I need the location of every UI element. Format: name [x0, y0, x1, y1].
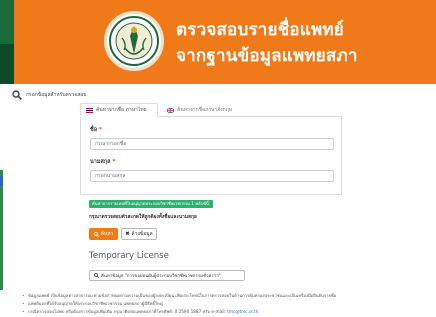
- search-icon: [12, 90, 22, 100]
- left-edge-marker-accent: [0, 176, 3, 186]
- tab-thai-name-label: ค้นหาจากชื่อ ภาษาไทย: [96, 107, 147, 113]
- clear-button[interactable]: ✖ ล้างข้อมูล: [121, 228, 157, 240]
- tab-thai-name[interactable]: ค้นหาจากชื่อ ภาษาไทย: [80, 103, 158, 117]
- left-color-strip-dark: [0, 44, 14, 84]
- tab-english-name[interactable]: ค้นหาจากชื่อภาษาอังกฤษ: [162, 103, 248, 117]
- left-edge-marker: [0, 170, 3, 290]
- search-icon: [93, 231, 99, 237]
- info-item: • ข้อมูลแพทย์ เป็นข้อมูลทางสาธารณะตามข้อก…: [22, 293, 337, 298]
- medical-council-logo: [104, 11, 164, 71]
- search-button-label: ค้นหา: [100, 231, 114, 237]
- license-search-badge[interactable]: ค้นหาจากรายเลขที่ใบอนุญาตประกอบวิชาชีพเว…: [89, 200, 213, 208]
- search-icon: [94, 273, 99, 278]
- temporary-license-title: Temporary License: [89, 251, 169, 261]
- tab-english-name-label: ค้นหาจากชื่อภาษาอังกฤษ: [177, 107, 233, 113]
- bullet-icon: •: [22, 293, 25, 298]
- spelling-note: กรุณาตรวจสอบตัวสะกดให้ถูกต้องทั้งชื่อและ…: [89, 215, 197, 220]
- site-title-line-1: ตรวจสอบรายชื่อแพทย์: [176, 20, 344, 40]
- site-title-line-2: จากฐานข้อมูลแพทยสภา: [176, 46, 358, 66]
- bullet-icon: •: [22, 309, 25, 314]
- first-name-label: ชื่อ *: [90, 127, 102, 133]
- info-item: • แพทย์บอกที่ได้รับอนุญาตให้ประกอบวิชาชีพ…: [22, 301, 164, 306]
- uk-flag-icon: [167, 107, 174, 113]
- temporary-license-search-button[interactable]: ค้นหาข้อมูล "การขอผ่อนผันผู้ประกอบวิชาชี…: [89, 270, 245, 281]
- contact-email-link[interactable]: tmc@tmc.or.th: [227, 309, 258, 314]
- close-icon: ✖: [125, 231, 130, 237]
- search-button[interactable]: ค้นหา: [89, 228, 118, 240]
- tab-panel: ชื่อ * นามสกุล *: [80, 117, 342, 195]
- bullet-icon: •: [22, 301, 25, 306]
- search-heading-label: กรอกข้อมูลสำหรับตรวจสอบ: [26, 92, 87, 98]
- search-card: ค้นหาจากชื่อ ภาษาไทย ค้นหาจากชื่อภาษาอัง…: [80, 103, 342, 195]
- last-name-input[interactable]: [90, 170, 334, 182]
- search-heading: กรอกข้อมูลสำหรับตรวจสอบ: [12, 88, 86, 102]
- last-name-label: นามสกุล *: [90, 159, 116, 165]
- clear-button-label: ล้างข้อมูล: [131, 231, 153, 237]
- first-name-input[interactable]: [90, 138, 334, 150]
- temporary-license-search-label: ค้นหาข้อมูล "การขอผ่อนผันผู้ประกอบวิชาชี…: [101, 274, 221, 279]
- thai-flag-icon: [86, 107, 93, 113]
- tab-bar: ค้นหาจากชื่อ ภาษาไทย ค้นหาจากชื่อภาษาอัง…: [80, 103, 342, 117]
- info-item: • กรณีตรวจสอบไม่พบ หรือต้องการข้อมูลเพิ่ม…: [22, 309, 259, 314]
